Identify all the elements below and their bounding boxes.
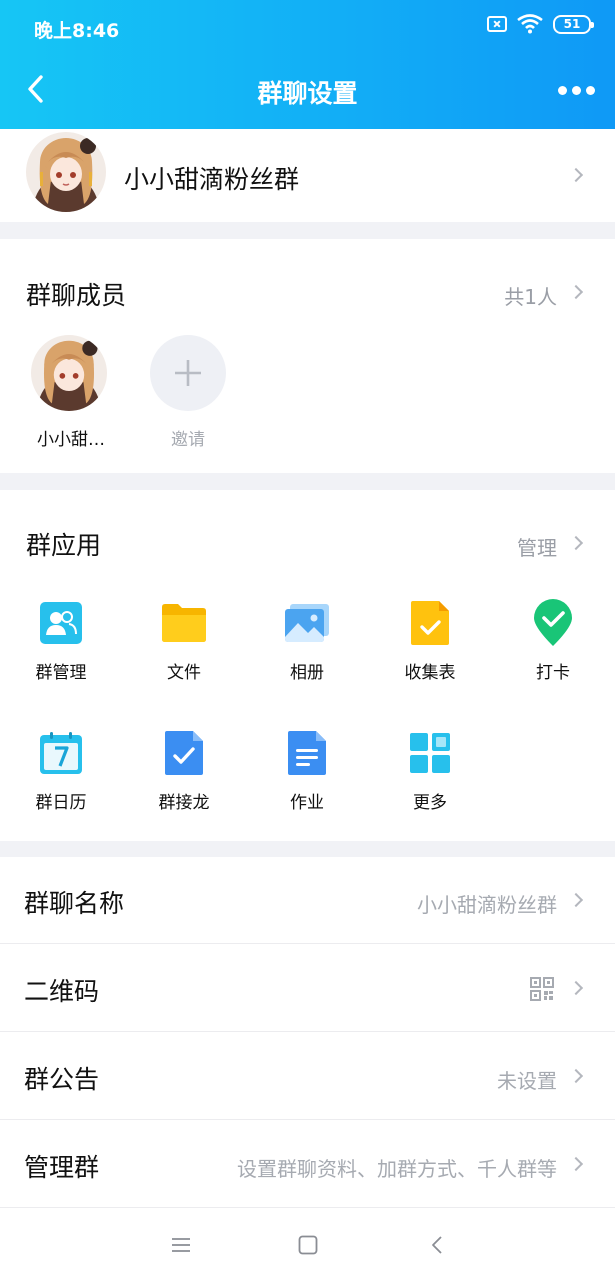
app-more[interactable]: 更多 — [375, 730, 485, 813]
app-label: 更多 — [413, 793, 447, 813]
dot-icon — [558, 86, 567, 95]
nav-menu-button[interactable] — [166, 1230, 196, 1260]
apps-title: 群应用 — [26, 531, 102, 560]
app-collect-form[interactable]: 收集表 — [375, 600, 485, 683]
relay-icon — [161, 730, 207, 776]
back-triangle-icon — [432, 1236, 442, 1254]
nav-home-button[interactable] — [293, 1230, 323, 1260]
qr-code-icon — [530, 977, 554, 1001]
qr-code-label: 二维码 — [24, 977, 100, 1006]
home-square-icon — [298, 1235, 318, 1255]
dot-icon — [572, 86, 581, 95]
app-calendar[interactable]: 群日历 — [6, 730, 116, 813]
group-name-value: 小小甜滴粉丝群 — [417, 893, 557, 917]
app-label: 作业 — [290, 793, 324, 813]
page-title: 群聊设置 — [257, 79, 358, 108]
status-time: 晚上8:46 — [34, 20, 120, 42]
calendar-icon — [38, 730, 84, 776]
invite-label: 邀请 — [171, 430, 205, 450]
manage-group-label: 管理群 — [24, 1153, 100, 1182]
status-icons: 51 — [487, 14, 594, 34]
menu-icon — [172, 1238, 190, 1252]
system-nav-bar — [0, 1207, 615, 1280]
invite-button[interactable] — [150, 335, 226, 411]
app-checkin[interactable]: 打卡 — [498, 599, 608, 683]
member-name: 小小甜… — [37, 430, 105, 450]
app-homework[interactable]: 作业 — [252, 730, 362, 813]
app-label: 相册 — [290, 663, 324, 683]
app-files[interactable]: 文件 — [129, 600, 239, 683]
announcement-label: 群公告 — [24, 1065, 100, 1094]
group-name: 小小甜滴粉丝群 — [124, 165, 300, 194]
group-manage-icon — [38, 600, 84, 646]
no-sim-icon — [487, 16, 507, 32]
form-icon — [407, 600, 453, 646]
member-avatar[interactable] — [31, 335, 107, 411]
album-icon — [284, 600, 330, 646]
app-label: 群管理 — [35, 663, 87, 683]
plus-icon — [175, 360, 201, 386]
homework-icon — [284, 730, 330, 776]
more-options-button[interactable] — [554, 80, 599, 101]
dot-icon — [586, 86, 595, 95]
app-album[interactable]: 相册 — [252, 600, 362, 683]
battery-indicator: 51 — [553, 14, 594, 34]
app-label: 群日历 — [35, 793, 87, 813]
wifi-icon — [517, 14, 543, 34]
more-apps-icon — [407, 730, 453, 776]
member-count[interactable]: 共1人 — [504, 281, 557, 310]
app-group-manage[interactable]: 群管理 — [6, 600, 116, 683]
app-relay[interactable]: 群接龙 — [129, 730, 239, 813]
app-label: 群接龙 — [158, 793, 210, 813]
members-title: 群聊成员 — [26, 281, 127, 310]
manage-group-value: 设置群聊资料、加群方式、千人群等 — [237, 1157, 557, 1181]
app-label: 打卡 — [536, 663, 570, 683]
group-avatar[interactable] — [26, 132, 106, 212]
app-label: 收集表 — [404, 663, 456, 683]
announcement-value: 未设置 — [497, 1069, 557, 1093]
group-name-label: 群聊名称 — [24, 889, 125, 918]
checkin-icon — [530, 599, 576, 646]
header-bar: 晚上8:46 51 群聊设置 — [0, 0, 615, 129]
app-label: 文件 — [167, 663, 201, 683]
nav-back-button[interactable] — [422, 1230, 452, 1260]
folder-icon — [161, 600, 207, 646]
apps-manage-link[interactable]: 管理 — [517, 532, 557, 561]
